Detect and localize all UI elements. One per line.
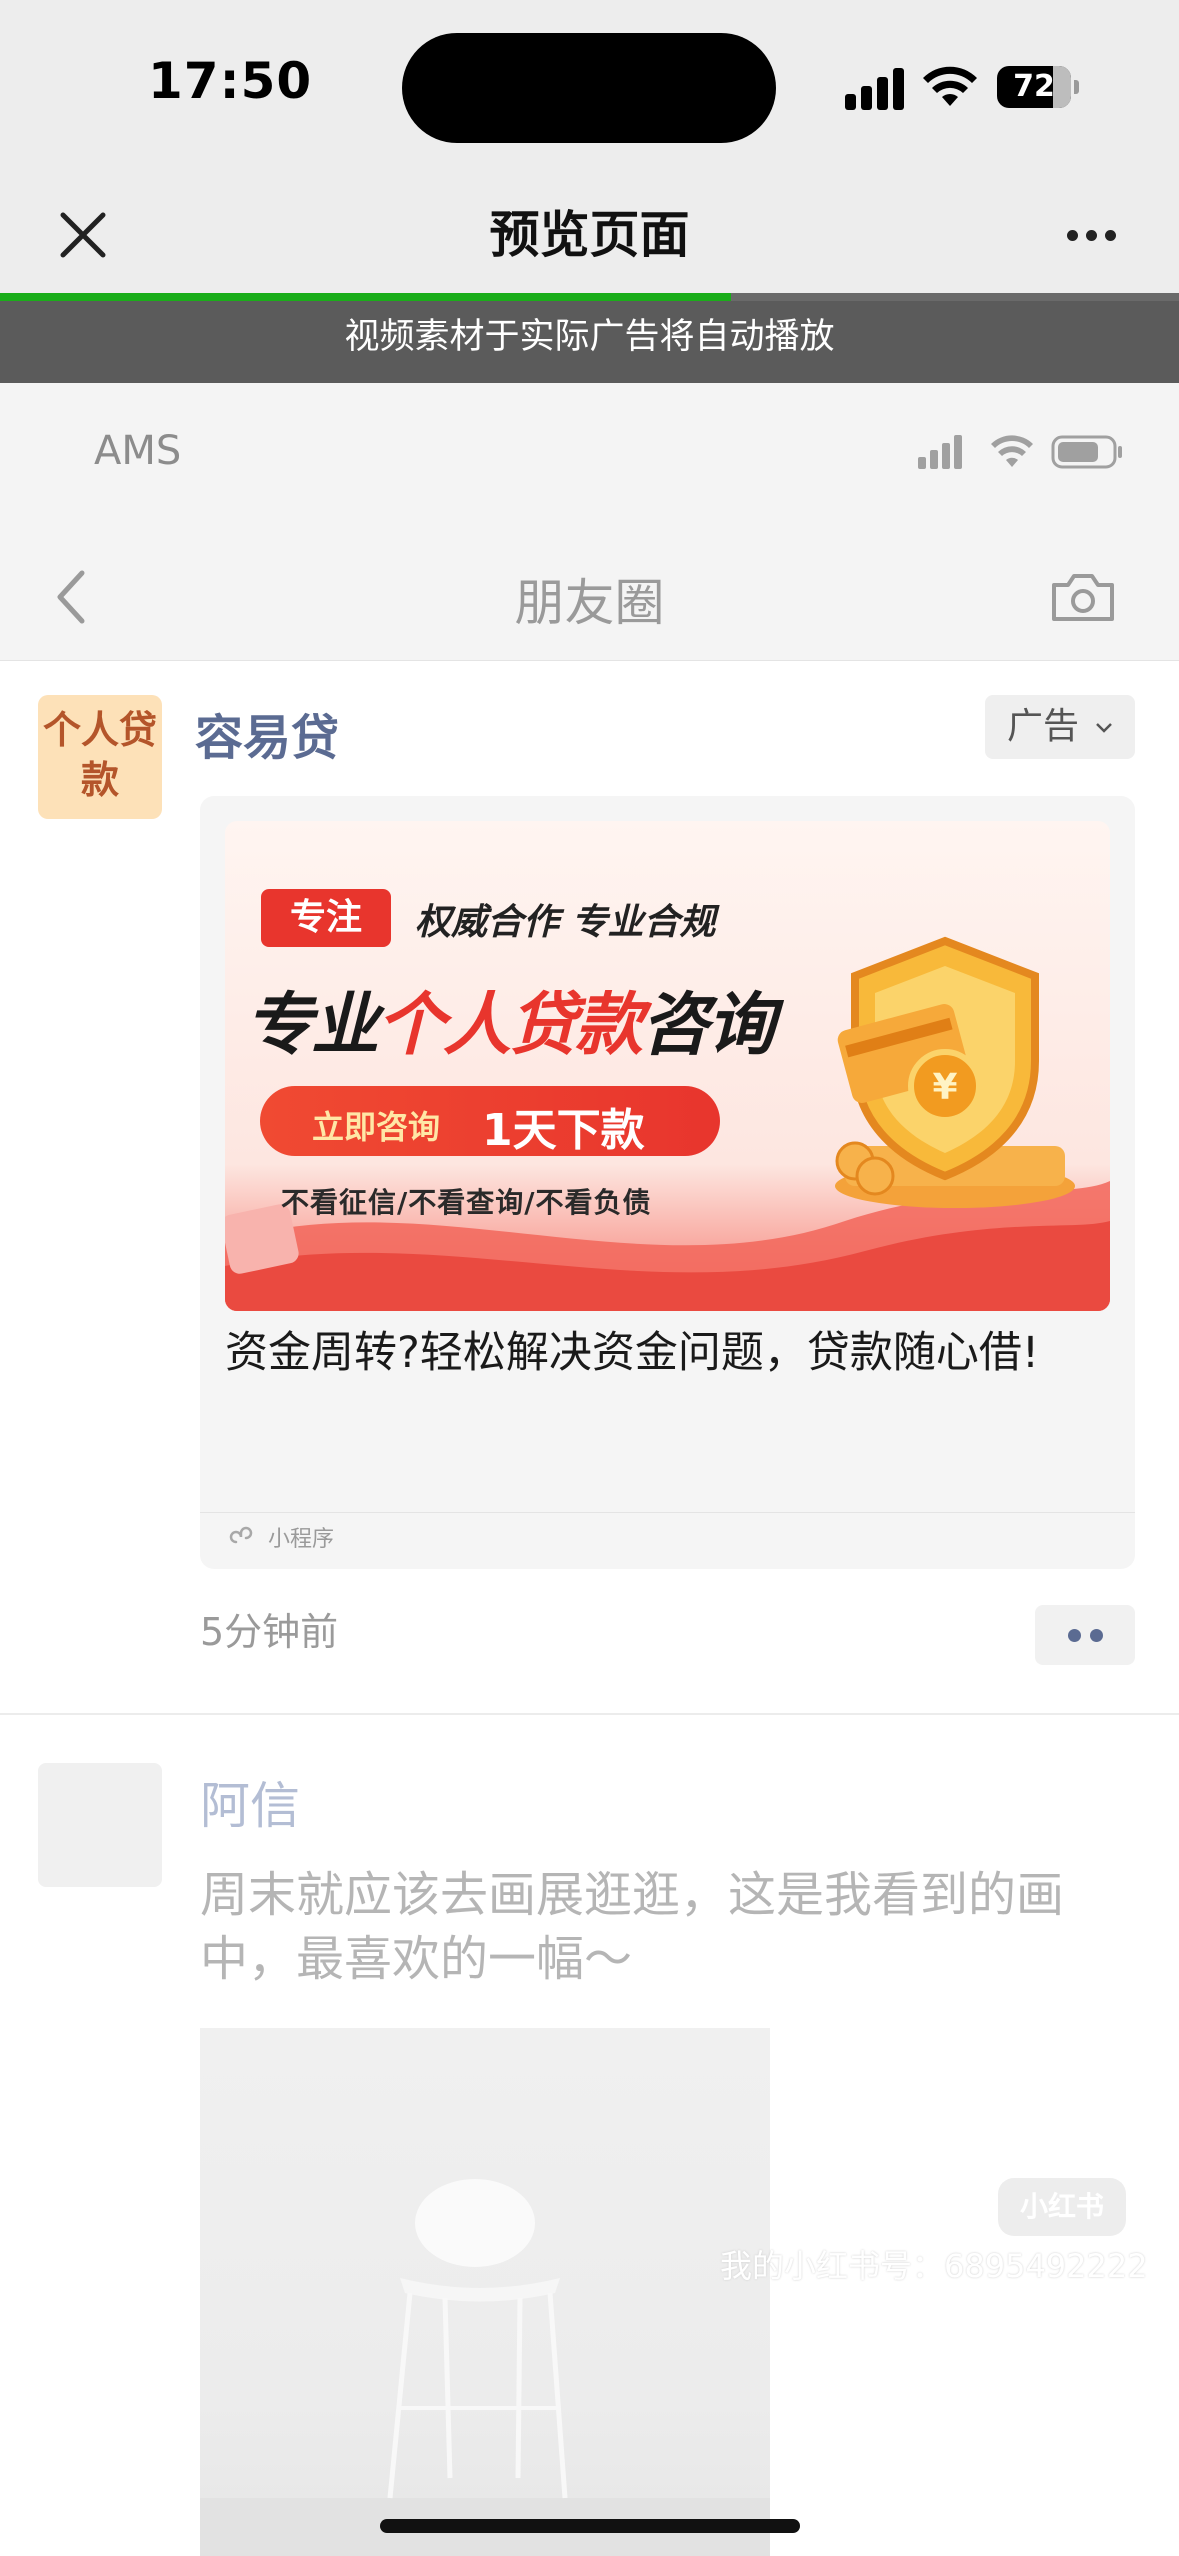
ad-tag-button[interactable]: 广告 [985,695,1135,759]
dynamic-island [402,33,776,143]
ad-banner-image[interactable]: 专注 权威合作 专业合规 专业个人贷款咨询 立即咨询 1天下款 不看征信/不看查… [225,821,1110,1311]
camera-icon[interactable] [1050,571,1116,623]
ad-description: 资金周转?轻松解决资金问题，贷款随心借! [225,1328,1040,1378]
battery-level: 72 [1013,69,1055,104]
moments-preview: AMS 朋友圈 个人贷款 容易贷 广告 专注 权威合作 专业合规 专业个人贷款咨… [0,383,1179,2556]
home-indicator [380,2519,800,2533]
comment-action-button[interactable] [1035,1605,1135,1665]
moments-title: 朋友圈 [514,574,665,632]
banner-authority-text: 权威合作 专业合规 [415,902,716,943]
banner-subtext: 不看征信/不看查询/不看负债 [281,1186,652,1219]
post-divider [0,1713,1179,1715]
gold-shield-illustration: ¥ [835,936,1075,1208]
banner-focus-tag: 专注 [261,889,391,947]
chevron-down-icon [1096,723,1113,733]
status-time: 17:50 [148,52,313,110]
post-photo[interactable] [200,2028,770,2556]
autoplay-notice: 视频素材于实际广告将自动播放 [0,301,1179,383]
post-timestamp: 5分钟前 [200,1610,339,1654]
preview-nav-bar: 朋友圈 [0,533,1179,661]
mini-program-icon [229,1526,253,1544]
friend-avatar[interactable] [38,1763,162,1887]
ad-card[interactable]: 专注 权威合作 专业合规 专业个人贷款咨询 立即咨询 1天下款 不看征信/不看查… [200,796,1135,1569]
mini-program-label: 小程序 [268,1527,335,1552]
preview-carrier: AMS [94,428,182,474]
status-bar: 17:50 72 [0,0,1179,175]
banner-headline: 专业个人贷款咨询 [245,986,775,1065]
ad-author-name[interactable]: 容易贷 [195,698,339,768]
cellular-signal-icon [845,66,905,110]
preview-status-bar: AMS [0,383,1179,533]
page-title: 预览页面 [489,206,690,264]
preview-status-icons [918,435,1122,469]
card-divider [200,1512,1135,1513]
navigation-bar: 预览页面 [0,175,1179,293]
progress-bar [0,293,731,301]
ad-tag-label: 广告 [1007,706,1080,747]
wifi-icon [923,66,977,106]
watermark-text: 我的小红书号：6895492222 [720,2247,1148,2285]
more-options-icon[interactable] [1062,220,1122,250]
chair-photo-illustration [200,2179,770,2556]
watermark-badge: 小红书 [998,2178,1126,2236]
banner-cta-button[interactable]: 立即咨询 1天下款 [260,1086,720,1156]
friend-name[interactable]: 阿信 [200,1766,300,1838]
ad-avatar[interactable]: 个人贷款 [38,695,162,819]
battery-icon: 72 [997,66,1079,108]
svg-text:¥: ¥ [932,1067,957,1108]
friend-post-text: 周末就应该去画展逛逛，这是我看到的画中，最喜欢的一幅～ [200,1867,1065,1987]
